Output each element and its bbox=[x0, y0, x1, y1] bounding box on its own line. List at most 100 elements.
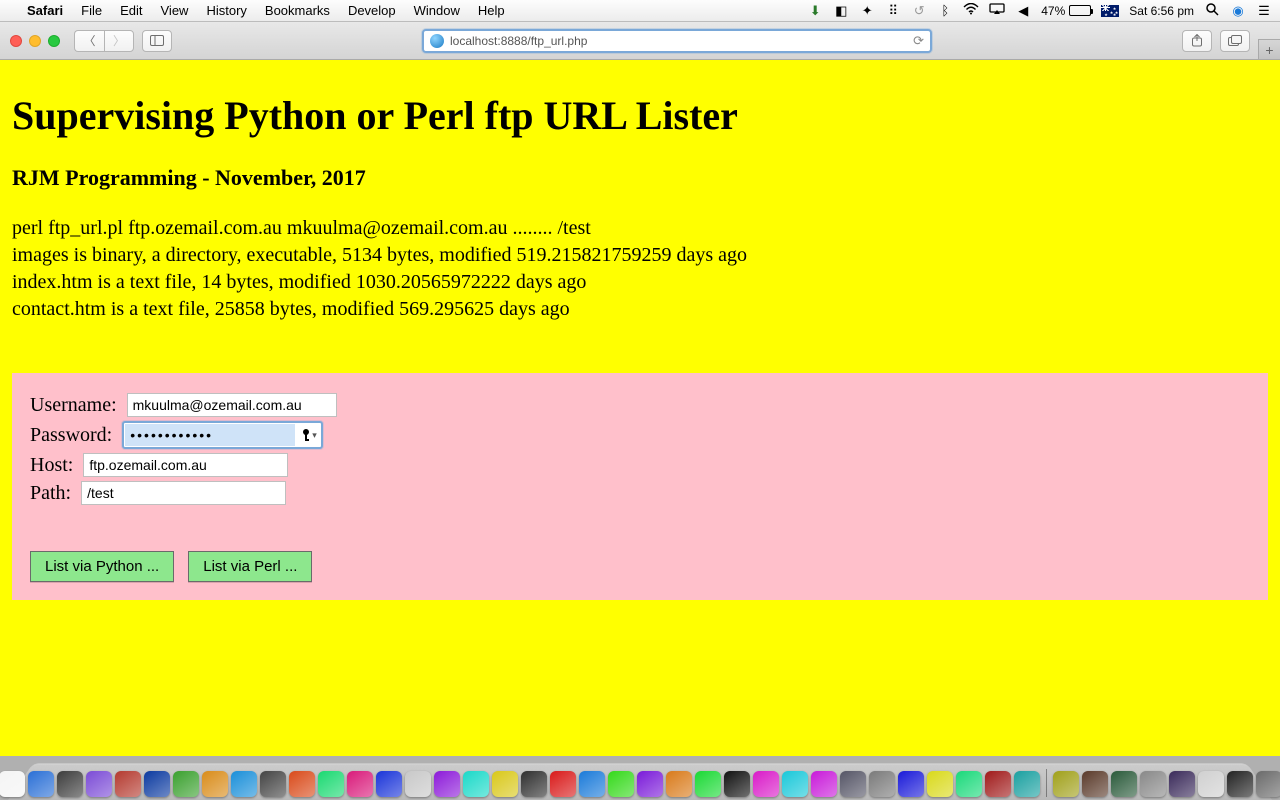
dock-app[interactable] bbox=[869, 771, 895, 797]
back-button[interactable]: 〈 bbox=[74, 30, 104, 52]
zoom-window-button[interactable] bbox=[48, 35, 60, 47]
dock-app[interactable] bbox=[318, 771, 344, 797]
host-input[interactable] bbox=[83, 453, 288, 477]
download-icon[interactable]: ⬇ bbox=[807, 3, 823, 19]
dock-app[interactable] bbox=[86, 771, 112, 797]
battery-icon bbox=[1069, 5, 1091, 16]
dock-app[interactable] bbox=[376, 771, 402, 797]
dock-app[interactable] bbox=[173, 771, 199, 797]
dock-app[interactable] bbox=[956, 771, 982, 797]
username-input[interactable] bbox=[127, 393, 337, 417]
site-globe-icon bbox=[430, 34, 444, 48]
menu-history[interactable]: History bbox=[197, 3, 255, 18]
dock-app[interactable] bbox=[666, 771, 692, 797]
page-title: Supervising Python or Perl ftp URL Liste… bbox=[12, 92, 1268, 139]
app-name[interactable]: Safari bbox=[18, 3, 72, 18]
menu-file[interactable]: File bbox=[72, 3, 111, 18]
close-window-button[interactable] bbox=[10, 35, 22, 47]
list-python-button[interactable]: List via Python ... bbox=[30, 551, 174, 582]
dock-app[interactable] bbox=[260, 771, 286, 797]
siri-icon[interactable]: ◉ bbox=[1230, 3, 1246, 19]
bluetooth-icon[interactable]: ᛒ bbox=[937, 3, 953, 18]
dock-app[interactable] bbox=[1198, 771, 1224, 797]
menu-window[interactable]: Window bbox=[405, 3, 469, 18]
dock-app[interactable] bbox=[231, 771, 257, 797]
tabs-button[interactable] bbox=[1220, 30, 1250, 52]
dock-app[interactable] bbox=[985, 771, 1011, 797]
reload-icon[interactable]: ⟳ bbox=[913, 33, 924, 49]
dock-app[interactable] bbox=[550, 771, 576, 797]
menubar-clock[interactable]: Sat 6:56 pm bbox=[1129, 4, 1194, 18]
path-label: Path: bbox=[30, 482, 71, 505]
output-line: images is binary, a directory, executabl… bbox=[12, 242, 1268, 269]
chevron-down-icon: ▾ bbox=[312, 430, 317, 441]
password-label: Password: bbox=[30, 424, 112, 447]
page-subtitle: RJM Programming - November, 2017 bbox=[12, 165, 1268, 191]
dock-app[interactable] bbox=[347, 771, 373, 797]
time-machine-icon[interactable]: ↺ bbox=[911, 3, 927, 19]
dock-app[interactable] bbox=[840, 771, 866, 797]
list-perl-button[interactable]: List via Perl ... bbox=[188, 551, 312, 582]
menu-help[interactable]: Help bbox=[469, 3, 514, 18]
output-line: perl ftp_url.pl ftp.ozemail.com.au mkuul… bbox=[12, 215, 1268, 242]
dock-app[interactable] bbox=[289, 771, 315, 797]
dock-app[interactable] bbox=[608, 771, 634, 797]
share-button[interactable] bbox=[1182, 30, 1212, 52]
menulet-icon-1[interactable]: ◧ bbox=[833, 3, 849, 19]
dock-app[interactable] bbox=[1053, 771, 1079, 797]
dock-app[interactable] bbox=[115, 771, 141, 797]
dock-app[interactable] bbox=[144, 771, 170, 797]
menulet-icon-2[interactable]: ✦ bbox=[859, 3, 875, 19]
input-source-flag-icon[interactable]: ★ ★ ★ ★ ★ bbox=[1101, 5, 1119, 17]
dock-app[interactable] bbox=[579, 771, 605, 797]
dock-app[interactable] bbox=[463, 771, 489, 797]
dock-app[interactable] bbox=[202, 771, 228, 797]
dock-app[interactable] bbox=[927, 771, 953, 797]
dock-app[interactable] bbox=[637, 771, 663, 797]
url-text: localhost:8888/ftp_url.php bbox=[450, 34, 907, 48]
airplay-icon[interactable] bbox=[989, 3, 1005, 18]
menu-view[interactable]: View bbox=[152, 3, 198, 18]
dock-app[interactable] bbox=[811, 771, 837, 797]
dock-app[interactable] bbox=[0, 771, 25, 797]
dock-app[interactable] bbox=[1140, 771, 1166, 797]
path-input[interactable] bbox=[81, 481, 286, 505]
dock-app[interactable] bbox=[898, 771, 924, 797]
dock-app[interactable] bbox=[724, 771, 750, 797]
menu-bookmarks[interactable]: Bookmarks bbox=[256, 3, 339, 18]
new-tab-button[interactable]: + bbox=[1258, 39, 1280, 59]
sidebar-button[interactable] bbox=[142, 30, 172, 52]
dock-app[interactable] bbox=[1227, 771, 1253, 797]
dock-app[interactable] bbox=[1256, 771, 1280, 797]
dock-app[interactable] bbox=[782, 771, 808, 797]
spotlight-icon[interactable] bbox=[1204, 2, 1220, 19]
safari-toolbar: 〈 〉 localhost:8888/ftp_url.php ⟳ + bbox=[0, 22, 1280, 60]
address-bar[interactable]: localhost:8888/ftp_url.php ⟳ bbox=[422, 29, 932, 53]
notification-center-icon[interactable]: ☰ bbox=[1256, 3, 1272, 19]
dock-app[interactable] bbox=[434, 771, 460, 797]
dock-app[interactable] bbox=[521, 771, 547, 797]
dock-app[interactable] bbox=[1014, 771, 1040, 797]
dock-app[interactable] bbox=[695, 771, 721, 797]
menu-develop[interactable]: Develop bbox=[339, 3, 405, 18]
keychain-icon[interactable]: ▾ bbox=[295, 428, 317, 442]
minimize-window-button[interactable] bbox=[29, 35, 41, 47]
dock-app[interactable] bbox=[492, 771, 518, 797]
wifi-icon[interactable] bbox=[963, 3, 979, 18]
forward-button[interactable]: 〉 bbox=[104, 30, 134, 52]
dock bbox=[0, 756, 1280, 800]
dock-app[interactable] bbox=[405, 771, 431, 797]
dock-app[interactable] bbox=[1082, 771, 1108, 797]
dock-app[interactable] bbox=[57, 771, 83, 797]
menubar-status-area: ⬇ ◧ ✦ ⠿ ↺ ᛒ ◀ 47% ★ ★ ★ ★ ★ Sat 6:56 pm … bbox=[807, 2, 1272, 19]
dock-app[interactable] bbox=[1169, 771, 1195, 797]
password-input[interactable] bbox=[125, 424, 295, 446]
battery-status[interactable]: 47% bbox=[1041, 4, 1091, 18]
menu-edit[interactable]: Edit bbox=[111, 3, 151, 18]
dock-app[interactable] bbox=[28, 771, 54, 797]
dock-app[interactable] bbox=[753, 771, 779, 797]
volume-icon[interactable]: ◀ bbox=[1015, 3, 1031, 19]
dock-app[interactable] bbox=[1111, 771, 1137, 797]
page-body: Supervising Python or Perl ftp URL Liste… bbox=[0, 60, 1280, 756]
menulet-icon-3[interactable]: ⠿ bbox=[885, 3, 901, 19]
